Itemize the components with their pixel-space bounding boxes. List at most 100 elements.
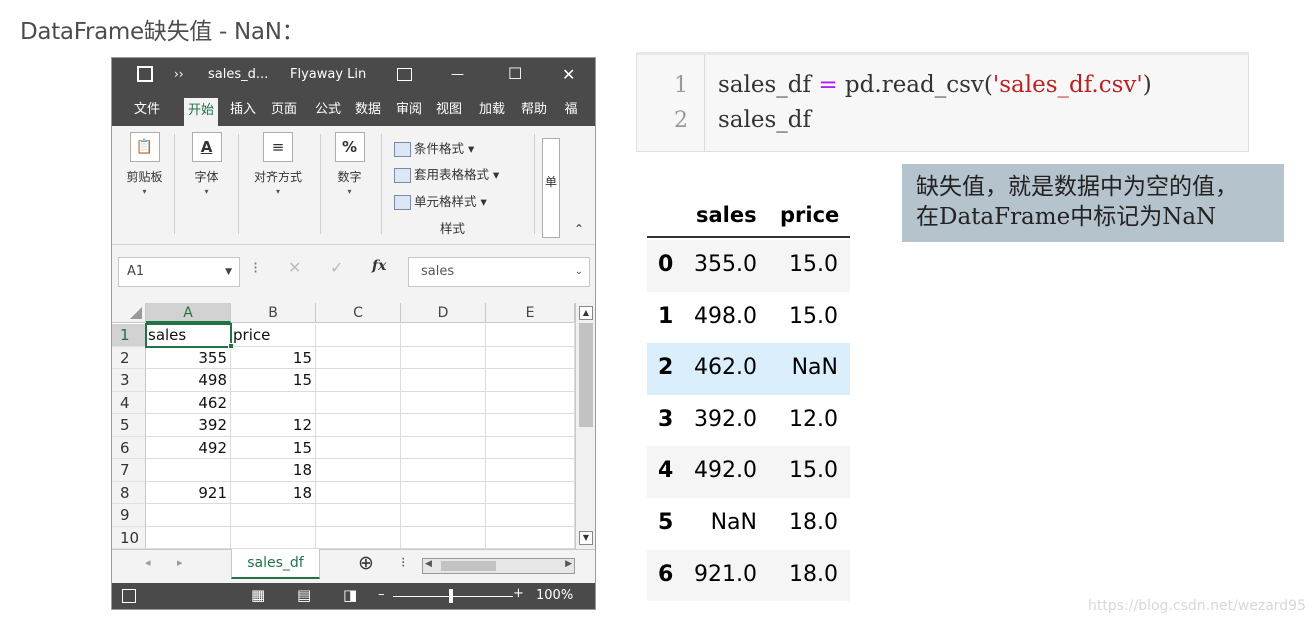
- grid-cell[interactable]: [401, 459, 486, 482]
- column-header-b[interactable]: B: [231, 303, 316, 323]
- grid-cell[interactable]: 15: [231, 346, 316, 369]
- font-group[interactable]: A 字体 ▾: [184, 132, 229, 196]
- grid-cell[interactable]: [486, 481, 575, 504]
- zoom-out-icon[interactable]: –: [378, 587, 385, 602]
- scroll-left-icon[interactable]: ◀: [425, 559, 432, 569]
- code-cell[interactable]: 1 2 sales_df = pd.read_csv('sales_df.csv…: [636, 52, 1249, 152]
- quick-access-more[interactable]: ››: [174, 67, 184, 81]
- grid-cell[interactable]: [486, 324, 575, 347]
- save-icon[interactable]: [137, 66, 153, 82]
- zoom-slider-handle[interactable]: [449, 589, 453, 603]
- grid-cell[interactable]: 15: [231, 436, 316, 459]
- tab-data[interactable]: 数据: [351, 94, 385, 126]
- grid-cell[interactable]: [401, 414, 486, 437]
- row-header[interactable]: 4: [112, 391, 146, 414]
- alignment-group[interactable]: ≡ 对齐方式 ▾: [246, 132, 310, 196]
- formula-input[interactable]: sales ⌄: [408, 257, 590, 287]
- tab-page-layout[interactable]: 页面: [263, 94, 305, 126]
- grid-cell[interactable]: [146, 526, 231, 549]
- column-header-c[interactable]: C: [316, 303, 401, 323]
- grid-cell[interactable]: [316, 346, 401, 369]
- grid-cell[interactable]: 355: [146, 346, 231, 369]
- tab-help[interactable]: 帮助: [517, 94, 551, 126]
- cells-group[interactable]: 单: [542, 138, 560, 238]
- grid-cell[interactable]: [231, 504, 316, 527]
- tab-file[interactable]: 文件: [126, 94, 168, 126]
- next-sheet-icon[interactable]: ▸: [177, 556, 183, 569]
- cell-style-button[interactable]: 单元格样式 ▾: [394, 191, 487, 210]
- row-header[interactable]: 1: [112, 324, 146, 347]
- grid-cell[interactable]: 921: [146, 481, 231, 504]
- row-header[interactable]: 8: [112, 481, 146, 504]
- clipboard-group[interactable]: 📋 剪贴板 ▾: [122, 132, 167, 196]
- grid-cell[interactable]: [486, 504, 575, 527]
- tab-review[interactable]: 审阅: [392, 94, 426, 126]
- grid-cell[interactable]: [316, 526, 401, 549]
- grid-cell[interactable]: [231, 526, 316, 549]
- page-break-view-icon[interactable]: ◨: [343, 586, 357, 604]
- scrollbar-thumb[interactable]: [579, 323, 593, 427]
- zoom-level[interactable]: 100%: [536, 588, 573, 603]
- grid-cell[interactable]: [316, 369, 401, 392]
- scroll-up-icon[interactable]: ▲: [579, 306, 593, 320]
- grid-cell[interactable]: [316, 391, 401, 414]
- collapse-ribbon-icon[interactable]: ⌃: [574, 222, 584, 236]
- grid-cell[interactable]: [486, 436, 575, 459]
- grid-cell[interactable]: [316, 459, 401, 482]
- grid-cell[interactable]: [401, 369, 486, 392]
- grid-cell[interactable]: [486, 391, 575, 414]
- grid-cell[interactable]: [401, 504, 486, 527]
- insert-function-icon[interactable]: fx: [372, 258, 386, 274]
- grid-cell[interactable]: [401, 346, 486, 369]
- zoom-in-icon[interactable]: +: [513, 586, 524, 601]
- grid-cell[interactable]: [316, 324, 401, 347]
- grid-cell[interactable]: [401, 526, 486, 549]
- tab-addins[interactable]: 加载: [473, 94, 511, 126]
- select-all-corner[interactable]: [112, 303, 146, 323]
- number-group[interactable]: % 数字 ▾: [327, 132, 372, 196]
- accessibility-icon[interactable]: [122, 589, 136, 603]
- add-sheet-icon[interactable]: ⊕: [358, 552, 374, 574]
- grid-cell[interactable]: [486, 369, 575, 392]
- grid-cell[interactable]: [486, 526, 575, 549]
- spreadsheet-grid[interactable]: A B C D E 1 sales price 2 355 15 3 498 15 4 462 5 39…: [112, 303, 595, 549]
- page-layout-view-icon[interactable]: ▤: [297, 586, 311, 604]
- grid-cell[interactable]: 492: [146, 436, 231, 459]
- row-header[interactable]: 9: [112, 504, 146, 527]
- tab-insert[interactable]: 插入: [226, 94, 260, 126]
- grid-cell[interactable]: 18: [231, 481, 316, 504]
- column-header-a[interactable]: A: [146, 303, 231, 323]
- grid-cell[interactable]: [401, 391, 486, 414]
- row-header[interactable]: 7: [112, 459, 146, 482]
- grid-cell[interactable]: 18: [231, 459, 316, 482]
- zoom-slider[interactable]: [393, 596, 513, 597]
- grid-cell[interactable]: [401, 436, 486, 459]
- close-button[interactable]: ✕: [562, 65, 575, 84]
- tab-more[interactable]: 福: [560, 94, 582, 126]
- user-name[interactable]: Flyaway Lin: [290, 67, 366, 82]
- sheet-tab-sales-df[interactable]: sales_df: [231, 549, 320, 579]
- row-header[interactable]: 5: [112, 414, 146, 437]
- more-options-icon[interactable]: ⁝: [253, 258, 258, 277]
- grid-cell[interactable]: 12: [231, 414, 316, 437]
- more-options-icon[interactable]: ⁝: [401, 555, 405, 571]
- vertical-scrollbar[interactable]: ▲ ▼: [575, 303, 595, 549]
- table-format-button[interactable]: 套用表格格式 ▾: [394, 164, 499, 183]
- grid-cell[interactable]: [486, 459, 575, 482]
- cancel-icon[interactable]: ✕: [288, 258, 301, 277]
- row-header[interactable]: 2: [112, 346, 146, 369]
- grid-cell[interactable]: [316, 436, 401, 459]
- grid-cell[interactable]: [401, 481, 486, 504]
- prev-sheet-icon[interactable]: ◂: [145, 556, 151, 569]
- grid-cell[interactable]: [316, 414, 401, 437]
- maximize-button[interactable]: ☐: [508, 64, 522, 83]
- column-header-d[interactable]: D: [401, 303, 486, 323]
- scroll-right-icon[interactable]: ▶: [565, 559, 572, 569]
- grid-cell[interactable]: 462: [146, 391, 231, 414]
- horizontal-scrollbar[interactable]: ◀ ▶: [422, 558, 575, 574]
- grid-cell[interactable]: sales: [145, 323, 232, 348]
- grid-cell[interactable]: 15: [231, 369, 316, 392]
- normal-view-icon[interactable]: ▦: [251, 586, 265, 604]
- tab-formulas[interactable]: 公式: [311, 94, 345, 126]
- grid-cell[interactable]: [486, 346, 575, 369]
